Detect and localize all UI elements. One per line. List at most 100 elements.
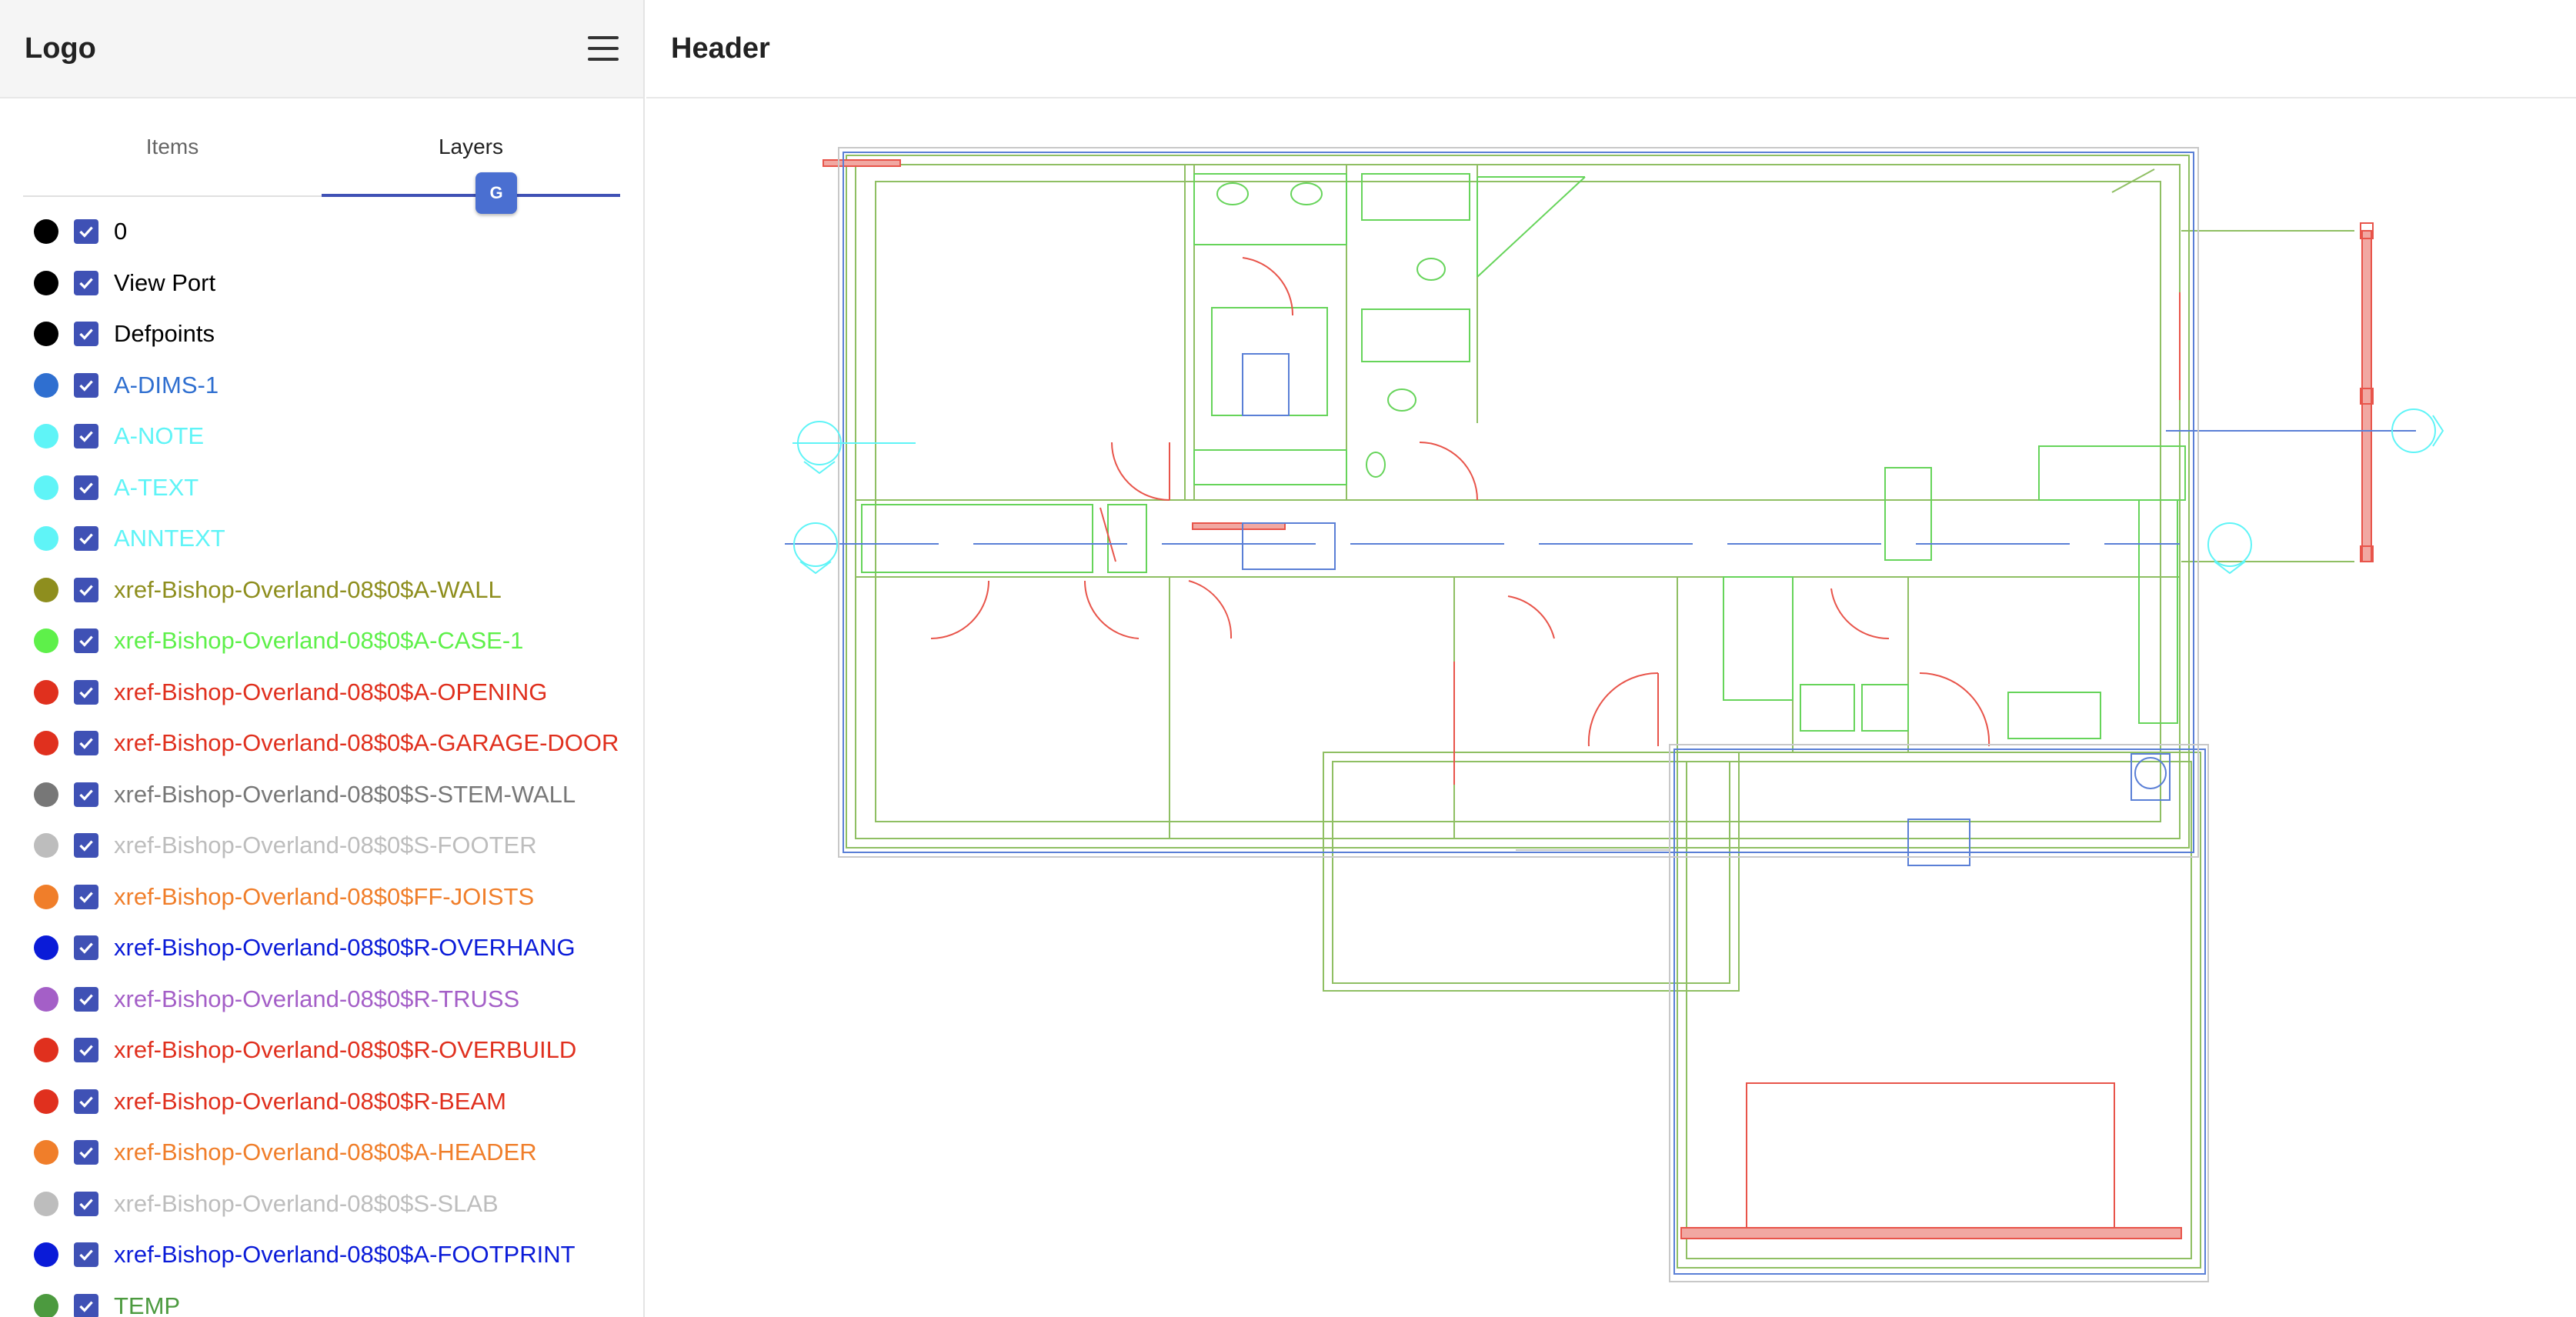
layer-visibility-checkbox[interactable] [74,577,98,602]
layer-visibility-checkbox[interactable] [74,219,98,245]
layer-color-dot[interactable] [34,986,58,1012]
layer-color-dot[interactable] [34,424,58,449]
layer-name: xref-Bishop-Overland-08$0$S-STEM-WALL [114,780,576,808]
layer-color-dot[interactable] [34,731,58,756]
layer-color-dot[interactable] [34,475,58,500]
layer-color-dot[interactable] [34,219,58,245]
layer-visibility-checkbox[interactable] [74,833,98,859]
layer-color-dot[interactable] [34,577,58,602]
floor-plan-drawing[interactable] [646,100,2576,1317]
check-icon [79,994,93,1005]
check-icon [79,687,93,699]
layer-row[interactable]: A-TEXT [0,462,643,514]
layer-color-dot[interactable] [34,372,58,398]
layer-row[interactable]: xref-Bishop-Overland-08$0$S-SLAB [0,1179,643,1230]
layer-name: xref-Bishop-Overland-08$0$R-TRUSS [114,985,520,1012]
drawing-canvas[interactable] [646,100,2576,1317]
layer-row[interactable]: Defpoints [0,308,643,360]
layer-color-dot[interactable] [34,1140,58,1165]
google-translate-icon[interactable]: G [475,172,517,214]
layer-visibility-checkbox[interactable] [74,884,98,909]
sidebar-tabs: Items Layers [23,98,620,197]
layer-visibility-checkbox[interactable] [74,1038,98,1063]
layer-row[interactable]: xref-Bishop-Overland-08$0$S-STEM-WALL [0,769,643,821]
check-icon [79,738,93,750]
layer-name: xref-Bishop-Overland-08$0$A-GARAGE-DOOR [114,729,619,757]
layer-visibility-checkbox[interactable] [74,1089,98,1114]
layer-color-dot[interactable] [34,628,58,654]
layer-row[interactable]: xref-Bishop-Overland-08$0$R-BEAM [0,1076,643,1128]
layer-row[interactable]: xref-Bishop-Overland-08$0$A-FOOTPRINT [0,1229,643,1281]
footprint-lines [785,152,2416,1275]
check-icon [79,482,93,494]
layer-row[interactable]: xref-Bishop-Overland-08$0$A-CASE-1 [0,615,643,667]
layer-color-dot[interactable] [34,270,58,295]
layer-color-dot[interactable] [34,1242,58,1268]
check-icon [79,892,93,903]
layer-visibility-checkbox[interactable] [74,526,98,552]
layer-name: xref-Bishop-Overland-08$0$R-BEAM [114,1087,506,1115]
layer-visibility-checkbox[interactable] [74,1191,98,1216]
layer-color-dot[interactable] [34,526,58,552]
layer-row[interactable]: View Port [0,258,643,309]
layer-row[interactable]: A-NOTE [0,411,643,462]
wall-lines [846,155,2354,1269]
layer-color-dot[interactable] [34,1089,58,1114]
layer-visibility-checkbox[interactable] [74,731,98,756]
layer-visibility-checkbox[interactable] [74,1293,98,1317]
layer-name: xref-Bishop-Overland-08$0$R-OVERHANG [114,934,576,962]
layer-row[interactable]: xref-Bishop-Overland-08$0$FF-JOISTS [0,872,643,923]
layer-color-dot[interactable] [34,1191,58,1216]
layer-name: View Port [114,268,216,296]
layer-row[interactable]: 0 [0,206,643,258]
page-title: Header [671,32,770,65]
layer-color-dot[interactable] [34,679,58,705]
layer-visibility-checkbox[interactable] [74,935,98,961]
layer-name: xref-Bishop-Overland-08$0$FF-JOISTS [114,882,535,910]
layer-row[interactable]: xref-Bishop-Overland-08$0$R-TRUSS [0,974,643,1025]
layer-name: 0 [114,218,128,245]
tab-layers[interactable]: Layers [322,98,620,197]
layer-row[interactable]: xref-Bishop-Overland-08$0$A-GARAGE-DOOR [0,718,643,769]
check-icon [79,431,93,443]
layer-color-dot[interactable] [34,884,58,909]
check-icon [79,1249,93,1262]
layer-row[interactable]: TEMP [0,1281,643,1317]
tab-items[interactable]: Items [23,98,322,195]
check-icon [79,1147,93,1159]
layer-row[interactable]: A-DIMS-1 [0,360,643,412]
layer-row[interactable]: xref-Bishop-Overland-08$0$R-OVERHANG [0,922,643,974]
layer-color-dot[interactable] [34,322,58,347]
layer-color-dot[interactable] [34,1038,58,1063]
layer-color-dot[interactable] [34,1293,58,1317]
layer-row[interactable]: xref-Bishop-Overland-08$0$R-OVERBUILD [0,1025,643,1076]
layer-visibility-checkbox[interactable] [74,1140,98,1165]
layer-row[interactable]: xref-Bishop-Overland-08$0$A-OPENING [0,667,643,719]
check-icon [79,1096,93,1108]
layer-visibility-checkbox[interactable] [74,475,98,500]
layer-visibility-checkbox[interactable] [74,322,98,347]
layer-visibility-checkbox[interactable] [74,372,98,398]
layer-row[interactable]: ANNTEXT [0,513,643,565]
layer-row[interactable]: xref-Bishop-Overland-08$0$S-FOOTER [0,820,643,872]
layer-visibility-checkbox[interactable] [74,424,98,449]
check-icon [79,1199,93,1210]
layer-row[interactable]: xref-Bishop-Overland-08$0$A-HEADER [0,1127,643,1179]
layer-color-dot[interactable] [34,935,58,961]
layer-color-dot[interactable] [34,833,58,859]
layer-visibility-checkbox[interactable] [74,986,98,1012]
layer-name: xref-Bishop-Overland-08$0$R-OVERBUILD [114,1036,577,1064]
check-icon [79,840,93,852]
layer-visibility-checkbox[interactable] [74,679,98,705]
layer-visibility-checkbox[interactable] [74,270,98,295]
layer-visibility-checkbox[interactable] [74,1242,98,1268]
layer-name: TEMP [114,1292,181,1317]
check-icon [79,328,93,341]
layer-visibility-checkbox[interactable] [74,782,98,807]
case-fixtures [861,173,2186,739]
layer-row[interactable]: xref-Bishop-Overland-08$0$A-WALL [0,565,643,616]
layer-visibility-checkbox[interactable] [74,628,98,654]
layer-color-dot[interactable] [34,782,58,807]
check-icon [79,226,93,238]
hamburger-menu-icon[interactable] [588,36,619,61]
